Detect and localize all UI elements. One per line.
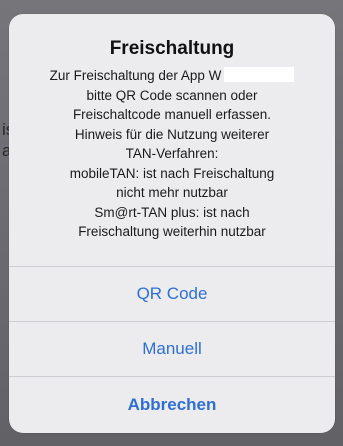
redacted-app-name xyxy=(224,67,295,82)
alert-message: Zur Freischaltung der App W bitte QR Cod… xyxy=(19,66,325,242)
message-line: Zur Freischaltung der App W xyxy=(19,66,325,86)
message-line: bitte QR Code scannen oder xyxy=(86,87,258,103)
message-line-text: Zur Freischaltung der App W xyxy=(49,68,222,83)
message-line: TAN-Verfahren: xyxy=(125,146,219,161)
alert-title: Freischaltung xyxy=(109,38,235,59)
message-line: mobileTAN: ist nach Freischaltung xyxy=(69,165,275,181)
message-line: Freischaltung weiterhin nutzbar xyxy=(78,224,266,239)
alert-dialog: Freischaltung Zur Freischaltung der App … xyxy=(9,14,335,433)
manuell-button[interactable]: Manuell xyxy=(9,322,335,376)
message-line: Freischaltcode manuell erfassen. xyxy=(72,107,272,122)
message-line: Hinweis für die Nutzung weiterer xyxy=(74,126,270,142)
abbrechen-button[interactable]: Abbrechen xyxy=(9,377,335,432)
alert-body: Freischaltung Zur Freischaltung der App … xyxy=(9,14,335,266)
message-line: nicht mehr nutzbar xyxy=(116,185,228,200)
message-line: Sm@rt-TAN plus: ist nach xyxy=(94,204,250,220)
qr-code-button[interactable]: QR Code xyxy=(9,267,335,321)
